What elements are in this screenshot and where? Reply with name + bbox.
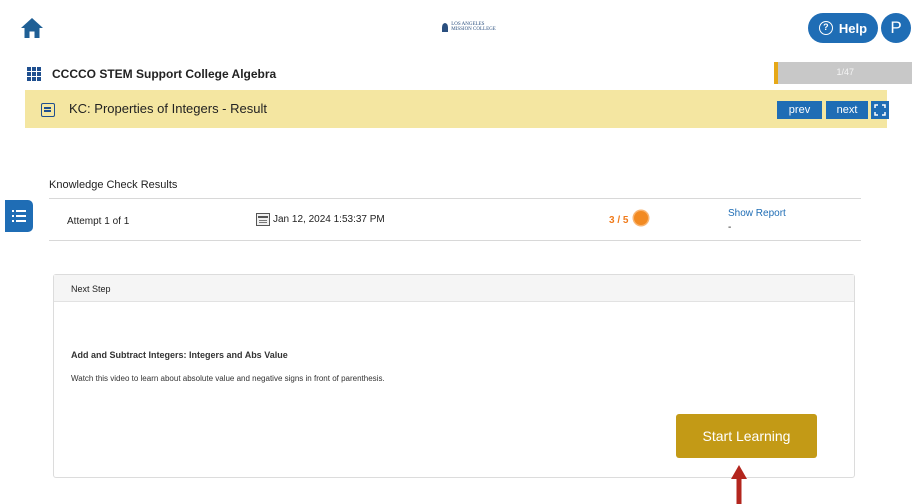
fullscreen-icon xyxy=(874,104,886,116)
results-heading: Knowledge Check Results xyxy=(49,179,178,191)
lesson-title: KC: Properties of Integers - Result xyxy=(69,101,267,116)
course-title: CCCCO STEM Support College Algebra xyxy=(52,67,277,81)
next-step-description: Watch this video to learn about absolute… xyxy=(71,374,385,383)
avatar[interactable]: P xyxy=(881,13,911,43)
arrow-up-icon xyxy=(731,465,747,504)
next-step-panel: Next Step Add and Subtract Integers: Int… xyxy=(53,274,855,478)
divider xyxy=(49,198,861,199)
show-report-link[interactable]: Show Report xyxy=(728,208,786,219)
college-logo-text: LOS ANGELES MISSION COLLEGE xyxy=(451,22,496,32)
lesson-title-bar: KC: Properties of Integers - Result prev… xyxy=(25,90,889,128)
attempt-date: Jan 12, 2024 1:53:37 PM xyxy=(273,214,385,225)
course-bar: CCCCO STEM Support College Algebra 1/47 xyxy=(0,60,912,88)
expand-icon[interactable] xyxy=(871,101,889,119)
progress-bar: 1/47 xyxy=(774,62,912,84)
score-value: 3 / 5 xyxy=(609,215,629,226)
progress-fill xyxy=(774,62,778,84)
question-icon: ? xyxy=(818,21,833,35)
grid-menu-icon[interactable] xyxy=(27,67,41,81)
quiz-icon xyxy=(41,103,55,117)
attempt-label: Attempt 1 of 1 xyxy=(67,216,130,227)
report-placeholder: - xyxy=(728,222,732,233)
list-icon xyxy=(12,209,26,223)
start-learning-button[interactable]: Start Learning xyxy=(676,414,817,458)
help-button-label: Help xyxy=(838,20,868,36)
divider xyxy=(49,240,861,241)
prev-button[interactable]: prev xyxy=(777,101,822,119)
next-step-header: Next Step xyxy=(54,275,854,302)
score-badge-icon xyxy=(634,211,648,225)
progress-label: 1/47 xyxy=(836,67,854,77)
next-step-heading: Next Step xyxy=(71,284,111,294)
top-bar: LOS ANGELES MISSION COLLEGE ? Help P xyxy=(0,0,912,58)
home-icon[interactable] xyxy=(20,17,44,39)
calendar-icon xyxy=(256,213,270,226)
table-of-contents-toggle[interactable] xyxy=(5,200,33,232)
college-logo: LOS ANGELES MISSION COLLEGE xyxy=(442,18,506,36)
help-button[interactable]: ? Help xyxy=(808,13,878,43)
next-button[interactable]: next xyxy=(826,101,868,119)
next-step-title: Add and Subtract Integers: Integers and … xyxy=(71,350,288,360)
college-logo-mark xyxy=(442,22,449,32)
